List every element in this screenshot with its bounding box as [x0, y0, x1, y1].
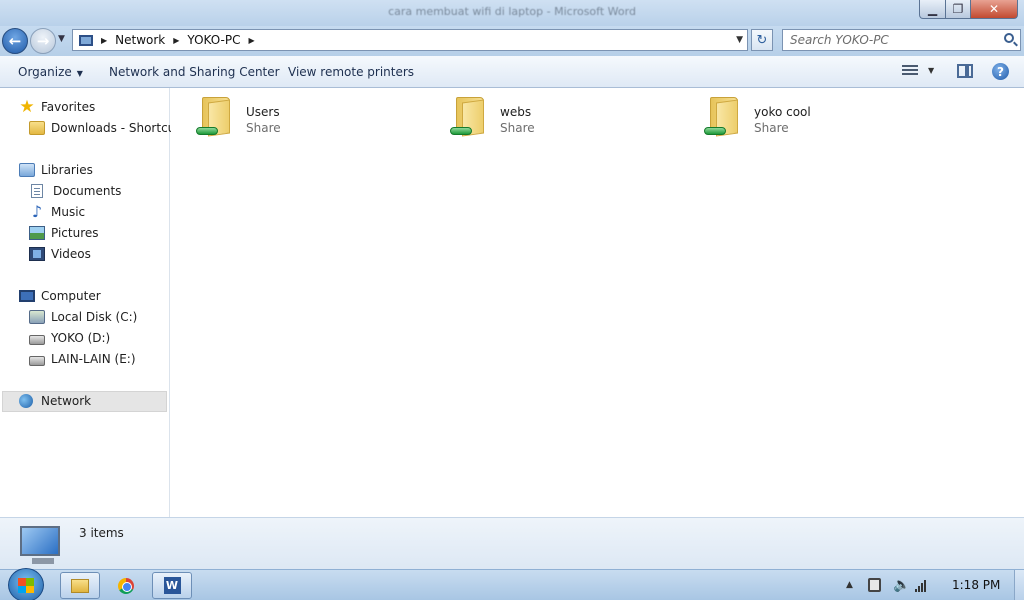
nav-label: Computer: [41, 289, 101, 303]
libraries-icon: [19, 163, 35, 177]
shared-folder-icon: [450, 97, 486, 137]
share-type: Share: [246, 121, 281, 135]
preview-pane-icon[interactable]: [957, 64, 973, 78]
nav-label: Downloads - Shortcut: [51, 121, 180, 135]
word-icon: W: [163, 577, 181, 594]
nav-label: Documents: [53, 184, 122, 198]
nav-documents[interactable]: Documents: [29, 182, 121, 200]
picture-icon: [29, 226, 45, 240]
network-computer-icon: [20, 526, 60, 564]
title-bar: cara membuat wifi di laptop - Microsoft …: [0, 0, 1024, 26]
nav-network[interactable]: Network: [19, 392, 91, 410]
share-name: Users: [246, 105, 280, 119]
local-disk-icon: [29, 310, 45, 324]
minimize-button[interactable]: ▁: [919, 0, 946, 19]
show-desktop-button[interactable]: [1014, 570, 1024, 600]
share-item-webs[interactable]: webs Share: [440, 94, 640, 148]
navigation-row: ← → ▼ ▶ Network ▶ YOKO-PC ▶ ▼ ↻: [0, 26, 1024, 56]
network-computer-icon: [79, 34, 93, 46]
hard-drive-icon: [29, 334, 45, 345]
help-button[interactable]: ?: [992, 63, 1009, 80]
nav-downloads-shortcut[interactable]: Downloads - Shortcut: [29, 119, 180, 137]
clock[interactable]: 1:18 PM: [952, 578, 1000, 592]
nav-label: Music: [51, 205, 86, 219]
view-options-dropdown-icon[interactable]: ▼: [928, 66, 934, 75]
breadcrumb-chevron-icon[interactable]: ▶: [248, 36, 254, 45]
nav-local-disk-c[interactable]: Local Disk (C:): [29, 308, 137, 326]
start-button[interactable]: [8, 568, 44, 600]
folder-icon: [71, 578, 89, 593]
search-box[interactable]: [782, 29, 1021, 51]
nav-pictures[interactable]: Pictures: [29, 224, 99, 242]
address-bar[interactable]: ▶ Network ▶ YOKO-PC ▶ ▼: [72, 29, 748, 51]
taskbar-word-button[interactable]: W: [152, 572, 192, 599]
nav-yoko-d[interactable]: YOKO (D:): [29, 329, 110, 347]
breadcrumb-network[interactable]: Network: [115, 33, 165, 47]
search-input[interactable]: [783, 30, 993, 50]
window-title: cara membuat wifi di laptop - Microsoft …: [388, 5, 636, 18]
address-dropdown-icon[interactable]: ▼: [736, 35, 743, 45]
folder-icon: [29, 121, 45, 135]
nav-videos[interactable]: Videos: [29, 245, 91, 263]
share-type: Share: [500, 121, 535, 135]
nav-libraries[interactable]: Libraries: [19, 161, 93, 179]
refresh-button[interactable]: ↻: [751, 29, 773, 51]
back-button[interactable]: ←: [2, 28, 28, 54]
hard-drive-icon: [29, 355, 45, 366]
nav-favorites[interactable]: ★ Favorites: [19, 98, 95, 116]
view-remote-printers-button[interactable]: View remote printers: [288, 65, 414, 79]
network-and-sharing-center-button[interactable]: Network and Sharing Center: [109, 65, 280, 79]
network-globe-icon: [19, 394, 33, 408]
search-icon[interactable]: [1004, 33, 1014, 43]
star-icon: ★: [19, 97, 35, 117]
nav-label: Network: [41, 394, 92, 408]
maximize-button[interactable]: ❐: [945, 0, 971, 19]
wifi-signal-icon[interactable]: [915, 578, 928, 592]
change-view-icon[interactable]: [902, 65, 918, 78]
navigation-pane: ★ Favorites Downloads - Shortcut Librari…: [0, 88, 180, 517]
chrome-icon: [118, 577, 134, 594]
item-count: 3 items: [79, 526, 124, 540]
nav-label: Pictures: [51, 226, 99, 240]
taskbar-explorer-button[interactable]: [60, 572, 100, 599]
music-note-icon: ♪: [31, 202, 43, 221]
nav-computer[interactable]: Computer: [19, 287, 101, 305]
nav-lain-lain-e[interactable]: LAIN-LAIN (E:): [29, 350, 136, 368]
nav-label: Local Disk (C:): [51, 310, 138, 324]
organize-button[interactable]: Organize ▼: [18, 65, 83, 79]
battery-icon[interactable]: [868, 578, 881, 592]
breadcrumb-chevron-icon[interactable]: ▶: [101, 36, 107, 45]
shared-folder-icon: [704, 97, 740, 137]
nav-music[interactable]: ♪ Music: [29, 203, 85, 221]
nav-label: Libraries: [41, 163, 93, 177]
forward-button[interactable]: →: [30, 28, 56, 54]
nav-label: YOKO (D:): [51, 331, 111, 345]
taskbar: W ▲ 🔈 1:18 PM: [0, 568, 1024, 600]
nav-label: LAIN-LAIN (E:): [51, 352, 136, 366]
recent-pages-dropdown-icon[interactable]: ▼: [58, 34, 65, 44]
share-name: webs: [500, 105, 532, 119]
chevron-down-icon: ▼: [76, 69, 83, 78]
share-item-yoko-cool[interactable]: yoko cool Share: [694, 94, 894, 148]
share-item-users[interactable]: Users Share: [186, 94, 386, 148]
nav-label: Favorites: [41, 100, 96, 114]
close-button[interactable]: ✕: [970, 0, 1018, 19]
content-area: Users Share webs Share yoko cool Share: [171, 88, 1024, 517]
computer-icon: [19, 290, 35, 302]
windows-logo-icon: [18, 578, 34, 593]
organize-label: Organize: [18, 65, 72, 79]
share-type: Share: [754, 121, 789, 135]
taskbar-chrome-button[interactable]: [106, 572, 146, 599]
show-hidden-icons-icon[interactable]: ▲: [846, 580, 853, 590]
document-icon: [31, 184, 43, 198]
share-name: yoko cool: [754, 105, 811, 119]
command-bar: Organize ▼ Network and Sharing Center Vie…: [0, 56, 1024, 88]
details-pane: 3 items: [0, 517, 1024, 569]
video-film-icon: [29, 247, 45, 261]
breadcrumb-yoko-pc[interactable]: YOKO-PC: [187, 33, 240, 47]
volume-icon[interactable]: 🔈: [893, 578, 910, 592]
nav-label: Videos: [51, 247, 91, 261]
breadcrumb-chevron-icon[interactable]: ▶: [173, 36, 179, 45]
shared-folder-icon: [196, 97, 232, 137]
